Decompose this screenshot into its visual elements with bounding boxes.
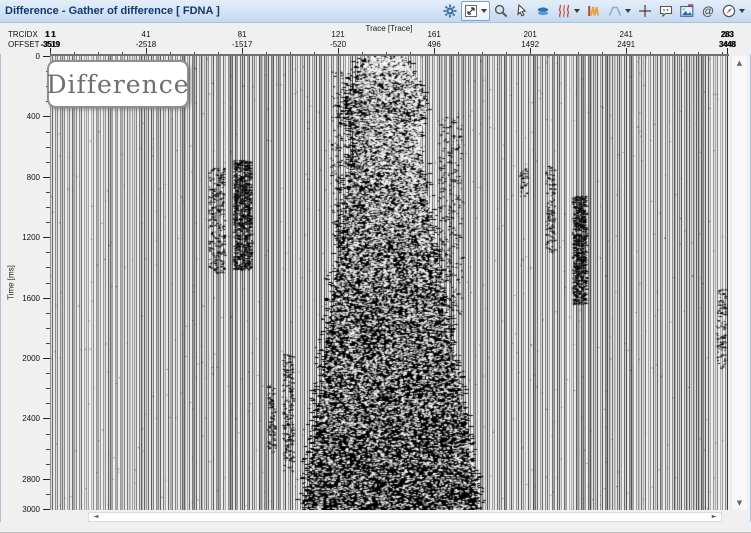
window-bottom-edge (0, 522, 751, 533)
time-major-tick (43, 358, 50, 359)
compass-button[interactable] (719, 1, 748, 21)
gear-icon (442, 3, 458, 19)
polygon-icon (607, 3, 623, 19)
scroll-up-icon[interactable]: ▲ (732, 57, 747, 69)
time-tick-label: 400 (6, 112, 40, 121)
app-window: Difference - Gather of difference [ FDNA… (0, 0, 751, 533)
time-major-tick (43, 418, 50, 419)
compass-icon (721, 3, 737, 19)
trace-tick-label: 121-520 (330, 30, 346, 50)
crosshair-button[interactable] (635, 1, 655, 21)
seismic-wiggle-plot[interactable] (50, 56, 728, 510)
scroll-down-icon[interactable]: ▼ (732, 497, 747, 509)
trace-tick-label: 81-1517 (232, 30, 252, 50)
time-major-tick (43, 177, 50, 178)
annotation-button[interactable] (656, 1, 676, 21)
snapshot-icon (679, 3, 695, 19)
gain-coil-icon (586, 3, 602, 19)
trace-tick-label: 2833448 (719, 30, 736, 50)
time-major-tick (43, 116, 50, 117)
crosshair-icon (637, 3, 653, 19)
speech-bubble-icon (658, 3, 674, 19)
zoom-button[interactable] (491, 1, 511, 21)
trace-tick-label: 1 1-3519 (41, 30, 60, 50)
time-major-tick (43, 479, 50, 480)
trace-header: Trace [Trace] TRCIDX OFFSET 1 1-351941-2… (0, 23, 751, 54)
fit-view-button[interactable] (461, 1, 490, 21)
time-major-tick (43, 56, 50, 57)
pick-cursor-icon (514, 3, 530, 19)
gain-button[interactable] (584, 1, 604, 21)
chevron-down-icon[interactable] (625, 9, 631, 13)
trace-tick-label: 161496 (427, 30, 440, 50)
snapshot-button[interactable] (677, 1, 697, 21)
time-tick-label: 2800 (6, 475, 40, 484)
trcidx-row-label: TRCIDX (8, 30, 38, 39)
scroll-left-icon[interactable]: ◄ (90, 513, 102, 521)
time-tick-label: 1600 (6, 294, 40, 303)
view-3d-button[interactable] (533, 1, 553, 21)
locate-button[interactable]: @ (698, 1, 718, 21)
trace-tick-label: 2412491 (617, 30, 635, 50)
vertical-scrollbar[interactable]: ▲ ▼ (731, 56, 747, 510)
title-bar: Difference - Gather of difference [ FDNA… (0, 0, 751, 23)
wiggle-display-button[interactable] (554, 1, 583, 21)
scroll-right-icon[interactable]: ► (708, 513, 720, 521)
trace-tick-label: 2011492 (521, 30, 539, 50)
time-major-tick (43, 237, 50, 238)
shape-tool-button[interactable] (605, 1, 634, 21)
time-tick-label: 0 (6, 52, 40, 61)
chevron-down-icon[interactable] (574, 9, 580, 13)
window-title: Difference - Gather of difference [ FDNA… (5, 0, 220, 22)
trace-tick-label: 41-2518 (136, 30, 156, 50)
offset-row-label: OFFSET (8, 40, 40, 49)
time-tick-label: 800 (6, 173, 40, 182)
time-tick-label: 2400 (6, 414, 40, 423)
chevron-down-icon[interactable] (481, 9, 487, 13)
lens-3d-icon (535, 3, 551, 19)
wiggle-traces-icon (556, 3, 572, 19)
time-tick-label: 3000 (6, 505, 40, 514)
time-tick-label: 2000 (6, 354, 40, 363)
settings-button[interactable] (440, 1, 460, 21)
time-major-tick (43, 509, 50, 510)
at-symbol-icon: @ (700, 3, 716, 19)
chevron-down-icon[interactable] (739, 9, 745, 13)
magnifier-icon (493, 3, 509, 19)
fit-view-icon (463, 3, 479, 19)
pick-mode-button[interactable] (512, 1, 532, 21)
toolbar: @ (440, 1, 748, 21)
time-tick-label: 1200 (6, 233, 40, 242)
horizontal-scrollbar[interactable]: ◄ ► (88, 512, 722, 522)
difference-annotation[interactable]: Difference (47, 60, 189, 108)
time-major-tick (43, 298, 50, 299)
